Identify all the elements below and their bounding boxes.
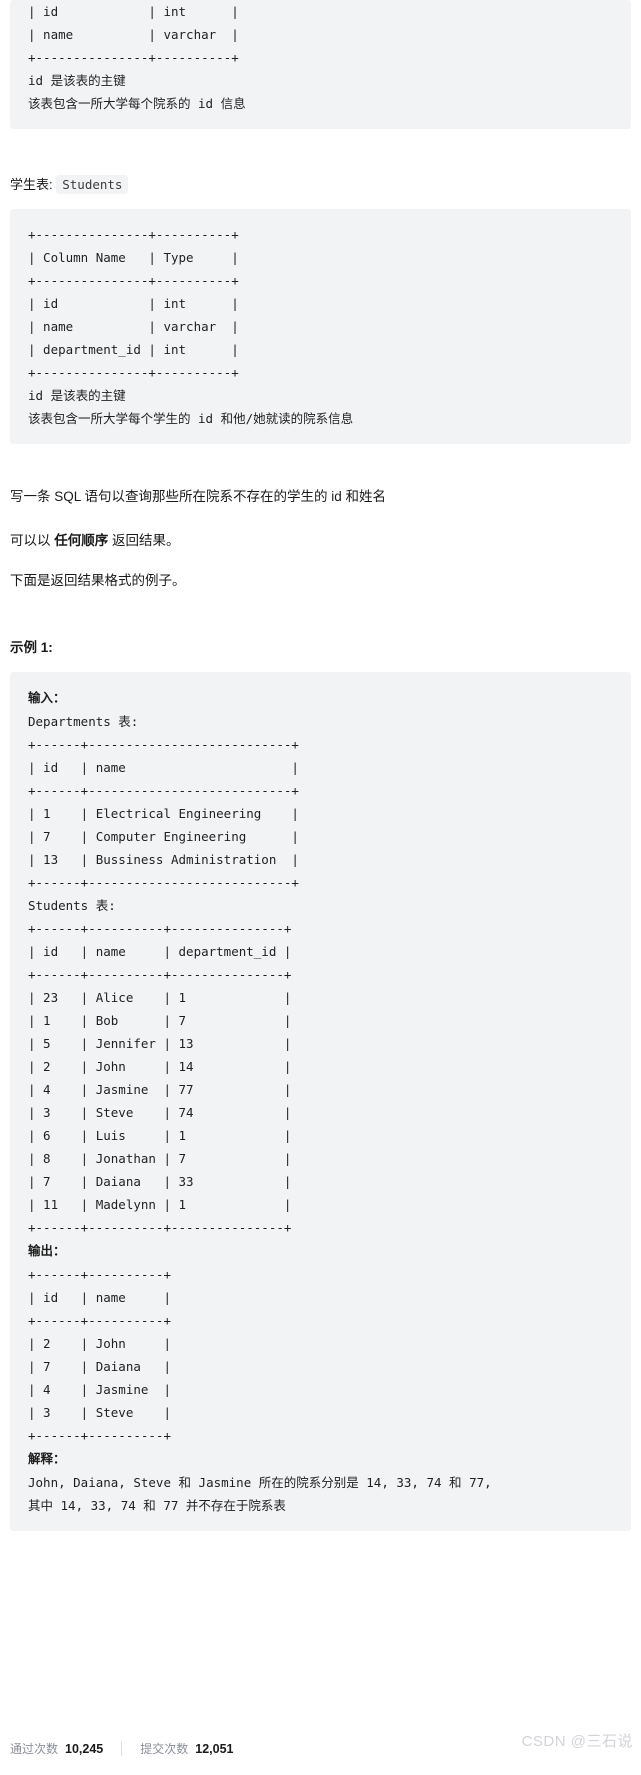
- example-code-block: 输入： Departments 表: +------+-------------…: [10, 672, 631, 1531]
- problem-statement-line-3: 下面是返回结果格式的例子。: [10, 573, 186, 588]
- submit-count-value: 12,051: [195, 1741, 234, 1756]
- example-students-table: +------+----------+---------------+ | id…: [28, 921, 292, 1235]
- pass-count-label: 通过次数: [10, 1741, 59, 1756]
- example-departments-caption: Departments 表:: [28, 714, 139, 729]
- problem-statement-line-2: 可以以 任何顺序 返回结果。: [10, 530, 631, 552]
- example-departments-table: +------+---------------------------+ | i…: [28, 737, 299, 890]
- pass-count-value: 10,245: [65, 1741, 104, 1756]
- example-explain-text: John, Daiana, Steve 和 Jasmine 所在的院系分别是 1…: [28, 1475, 492, 1513]
- order-note-strong: 任何顺序: [54, 533, 109, 548]
- example-explain-label: 解释：: [28, 1452, 66, 1466]
- example-heading: 示例 1:: [10, 640, 53, 655]
- csdn-watermark: CSDN @三石说: [521, 1733, 633, 1750]
- example-students-caption: Students 表:: [28, 898, 116, 913]
- order-note-prefix: 可以以: [10, 533, 55, 548]
- example-output-table: +------+----------+ | id | name | +-----…: [28, 1267, 171, 1443]
- students-table-label-prefix: 学生表:: [10, 177, 53, 192]
- problem-statement-line-1: 写一条 SQL 语句以查询那些所在院系不存在的学生的 id 和姓名: [10, 489, 387, 504]
- departments-schema-code-block: | id | int | | name | varchar | +-------…: [10, 0, 631, 129]
- footer-stats-bar: 通过次数 10,245 提交次数 12,051 CSDN @三石说: [0, 1731, 641, 1765]
- submit-count-label: 提交次数: [140, 1741, 189, 1756]
- pass-count-stat: 通过次数 10,245: [10, 1740, 103, 1757]
- submit-count-stat: 提交次数 12,051: [140, 1740, 233, 1757]
- footer-divider: [121, 1740, 123, 1756]
- example-output-label: 输出：: [28, 1244, 66, 1258]
- students-table-label: 学生表: Students: [10, 175, 631, 195]
- example-input-label: 输入：: [28, 691, 66, 705]
- students-schema-code-block: +---------------+----------+ | Column Na…: [10, 209, 631, 444]
- order-note-suffix: 返回结果。: [108, 533, 180, 548]
- problem-page: | id | int | | name | varchar | +-------…: [0, 0, 641, 1775]
- students-table-name-code: Students: [56, 175, 129, 194]
